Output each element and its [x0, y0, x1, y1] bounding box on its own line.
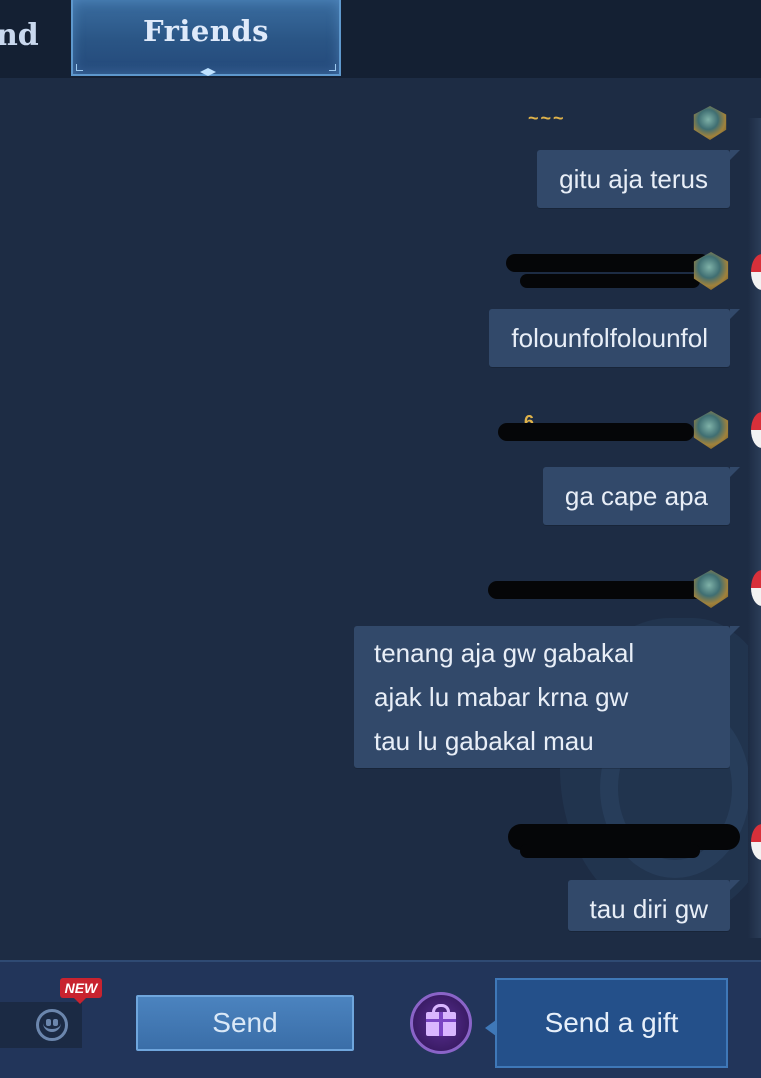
gift-icon — [426, 1012, 456, 1036]
active-tab-indicator — [200, 68, 216, 76]
chat-bubble: tau diri gw — [567, 880, 740, 931]
rank-badge-icon — [693, 411, 729, 449]
avatar-strip — [748, 118, 761, 938]
chat-input-bar: NEW Send Send a gift — [0, 960, 761, 1078]
tab-previous[interactable]: nd — [0, 14, 39, 58]
chat-bubble: folounfolfolounfol — [489, 309, 740, 367]
chat-bubble: ga cape apa — [542, 467, 741, 525]
chat-bubble: gitu aja terus — [537, 150, 740, 208]
redacted-sender-name — [520, 274, 700, 288]
rank-badge-icon — [693, 106, 727, 140]
message-text: gitu aja terus — [559, 164, 708, 194]
message-text: ga cape apa — [564, 481, 708, 511]
redacted-sender-name — [488, 581, 706, 599]
message-text-line: tau lu gabakal mau — [374, 726, 594, 756]
redacted-sender-name — [498, 423, 694, 441]
message-text-line: tenang aja gw gabakal — [374, 638, 635, 668]
tab-corner-ornament — [76, 64, 83, 71]
new-badge: NEW — [60, 978, 102, 1004]
tab-friends-label: Friends — [142, 14, 269, 48]
redacted-sender-name — [506, 254, 710, 272]
tab-corner-ornament — [329, 64, 336, 71]
chat-bubble: tenang aja gw gabakal ajak lu mabar krna… — [354, 626, 740, 768]
sender-name-fragment: ~~~ — [528, 108, 566, 128]
chat-message-list[interactable]: ~~~ gitu aja terus folounfolfolounfol 6 … — [0, 78, 761, 960]
rank-badge-icon — [693, 570, 729, 608]
redacted-sender-name — [520, 844, 700, 858]
message-text: tau diri gw — [589, 894, 709, 924]
message-text-line: ajak lu mabar krna gw — [374, 682, 629, 712]
tab-bar: nd Friends — [0, 0, 761, 78]
send-gift-button[interactable]: Send a gift — [485, 978, 728, 1068]
send-button[interactable]: Send — [136, 995, 354, 1051]
message-text: folounfolfolounfol — [511, 323, 708, 353]
tab-friends[interactable]: Friends — [71, 0, 341, 76]
